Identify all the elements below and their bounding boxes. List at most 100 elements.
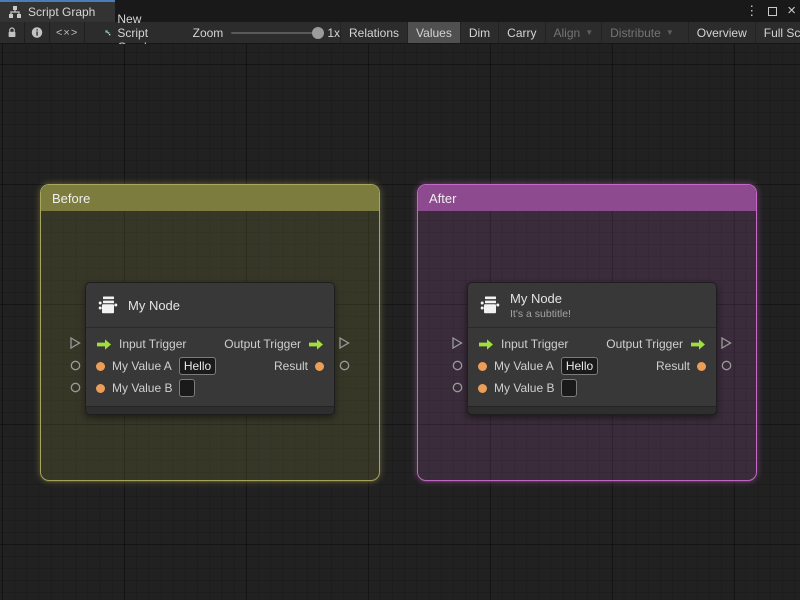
graph-canvas[interactable]: Before After My Node Input Trigger Outpu… — [0, 44, 800, 600]
node-after-header[interactable]: My Node It's a subtitle! — [468, 283, 716, 327]
unit-node-icon — [480, 296, 500, 314]
input-trigger-label: Input Trigger — [501, 337, 569, 351]
code-view-button[interactable]: <×> — [50, 22, 84, 43]
fullscreen-label: Full Scr — [763, 25, 800, 40]
values-button[interactable]: Values — [407, 22, 460, 43]
port-row-value-a: My Value A Hello Result — [86, 355, 334, 377]
node-title: My Node — [128, 297, 181, 313]
relations-label: Relations — [349, 25, 400, 40]
info-button[interactable] — [25, 22, 49, 43]
port-row-triggers: Input Trigger Output Trigger — [86, 333, 334, 355]
node-subtitle: It's a subtitle! — [510, 307, 571, 320]
ext-input-trigger-port[interactable] — [69, 336, 81, 350]
ext-value-a-port[interactable] — [452, 360, 463, 371]
maximize-icon[interactable] — [768, 6, 778, 16]
value-b-input[interactable] — [179, 379, 196, 397]
input-trigger-label: Input Trigger — [119, 337, 187, 351]
output-trigger-port[interactable] — [308, 338, 324, 350]
value-b-port[interactable] — [478, 383, 487, 393]
align-dropdown[interactable]: Align ▼ — [544, 22, 602, 43]
ext-value-b-port[interactable] — [70, 382, 81, 393]
ext-value-a-port[interactable] — [70, 360, 81, 371]
value-a-port[interactable] — [96, 361, 105, 371]
node-before-footer — [86, 406, 334, 414]
value-a-port[interactable] — [478, 361, 487, 371]
window-controls: ⋮ × — [745, 0, 796, 22]
distribute-dropdown[interactable]: Distribute ▼ — [601, 22, 682, 43]
separator — [84, 22, 86, 43]
zoom-slider-handle[interactable] — [312, 26, 325, 39]
chevron-down-icon: ▼ — [585, 28, 594, 37]
menu-icon[interactable]: ⋮ — [745, 0, 758, 22]
ext-output-trigger-port[interactable] — [720, 336, 732, 350]
node-before[interactable]: My Node Input Trigger Output Trigger My … — [85, 282, 335, 415]
info-icon — [31, 27, 43, 38]
values-label: Values — [416, 25, 452, 40]
result-port[interactable] — [315, 361, 324, 371]
result-label: Result — [655, 359, 690, 373]
script-graph-window: Script Graph ⋮ × <×> New Script Zoom 1x … — [0, 0, 800, 600]
ext-value-b-port[interactable] — [452, 382, 463, 393]
input-trigger-port[interactable] — [96, 338, 112, 350]
node-after[interactable]: My Node It's a subtitle! Input Trigger O… — [467, 282, 717, 415]
graph-icon — [105, 29, 111, 35]
zoom-label: Zoom — [192, 25, 224, 40]
group-before-header[interactable]: Before — [41, 185, 379, 211]
output-trigger-label: Output Trigger — [224, 337, 301, 351]
value-b-input[interactable] — [561, 379, 578, 397]
ext-output-trigger-port[interactable] — [338, 336, 350, 350]
graph-asset-button[interactable]: New Script Graph — [97, 12, 166, 54]
value-a-input[interactable]: Hello — [178, 357, 217, 375]
result-port[interactable] — [697, 361, 706, 371]
graph-toolbar: <×> New Script Graph Zoom 1x Relations V… — [0, 12, 800, 54]
node-after-body: Input Trigger Output Trigger My Value A … — [468, 327, 716, 403]
ext-result-port[interactable] — [721, 360, 732, 371]
carry-label: Carry — [507, 25, 537, 40]
group-before-title: Before — [52, 190, 91, 206]
lock-button[interactable] — [0, 22, 24, 43]
value-b-label: My Value B — [494, 381, 555, 395]
dim-button[interactable]: Dim — [459, 22, 498, 43]
output-trigger-label: Output Trigger — [606, 337, 683, 351]
zoom-slider[interactable] — [231, 26, 325, 39]
port-row-value-a: My Value A Hello Result — [468, 355, 716, 377]
toolbar-actions: Relations Values Dim Carry Align ▼ Distr… — [340, 22, 800, 43]
tab-script-graph[interactable]: Script Graph — [0, 0, 115, 22]
value-a-label: My Value A — [494, 359, 554, 373]
output-trigger-port[interactable] — [690, 338, 706, 350]
chevron-down-icon: ▼ — [665, 28, 674, 37]
port-row-value-b: My Value B — [86, 377, 334, 399]
align-label: Align — [553, 25, 581, 40]
carry-button[interactable]: Carry — [498, 22, 544, 43]
fullscreen-button[interactable]: Full Scr — [754, 22, 800, 43]
port-row-value-b: My Value B — [468, 377, 716, 399]
ext-result-port[interactable] — [339, 360, 350, 371]
ext-input-trigger-port[interactable] — [451, 336, 463, 350]
dim-label: Dim — [468, 25, 491, 40]
value-a-input[interactable]: Hello — [560, 357, 599, 375]
node-before-body: Input Trigger Output Trigger My Value A … — [86, 327, 334, 403]
zoom-value: 1x — [327, 25, 340, 40]
input-trigger-port[interactable] — [478, 338, 494, 350]
code-icon: <×> — [56, 26, 79, 39]
value-b-label: My Value B — [112, 381, 173, 395]
close-icon[interactable]: × — [787, 0, 796, 22]
node-before-header[interactable]: My Node — [86, 283, 334, 327]
hierarchy-icon — [9, 6, 21, 18]
overview-label: Overview — [696, 25, 747, 40]
value-b-port[interactable] — [96, 383, 105, 393]
overview-button[interactable]: Overview — [687, 22, 755, 43]
value-a-label: My Value A — [112, 359, 172, 373]
unit-node-icon — [98, 296, 118, 314]
distribute-label: Distribute — [610, 25, 661, 40]
relations-button[interactable]: Relations — [340, 22, 407, 43]
node-after-footer — [468, 406, 716, 414]
lock-icon — [8, 27, 16, 37]
node-title: My Node — [510, 290, 563, 306]
zoom-control: Zoom 1x — [193, 22, 340, 43]
result-label: Result — [273, 359, 308, 373]
group-after-header[interactable]: After — [418, 185, 756, 211]
tab-label: Script Graph — [28, 5, 96, 19]
port-row-triggers: Input Trigger Output Trigger — [468, 333, 716, 355]
group-after-title: After — [429, 190, 457, 206]
